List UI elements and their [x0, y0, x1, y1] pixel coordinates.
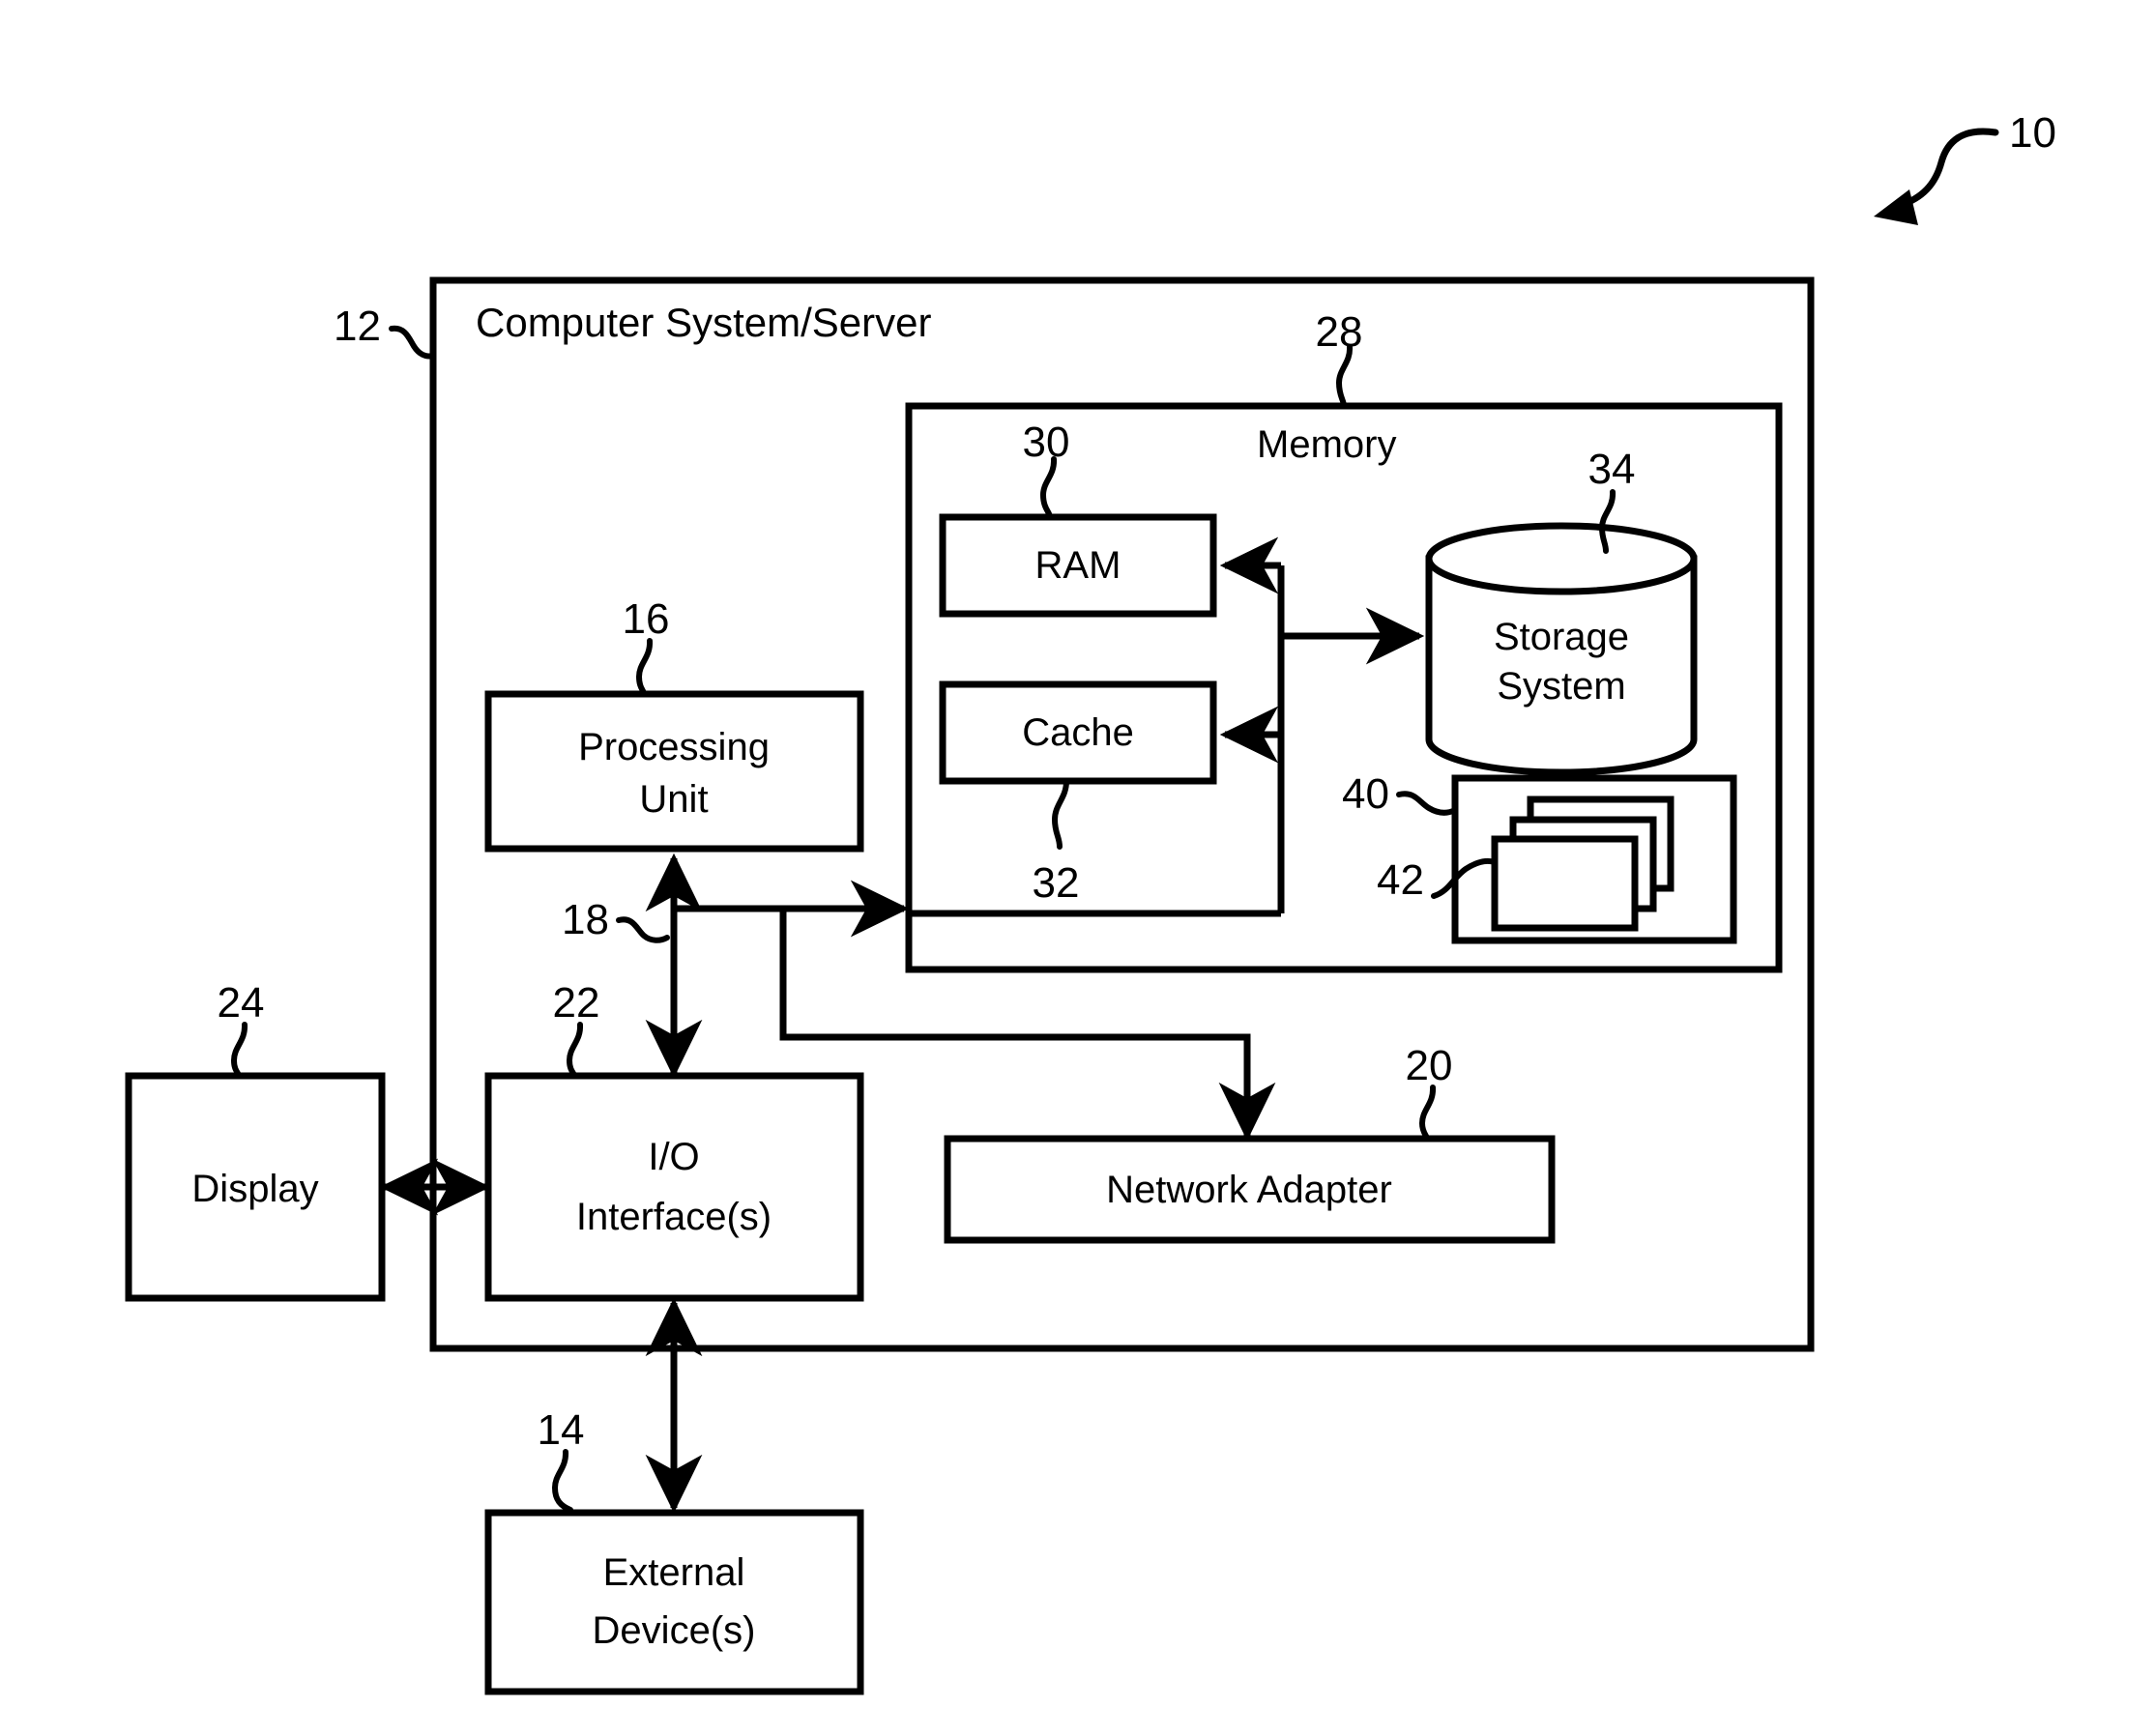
- ref-leader-22: 22: [553, 979, 600, 1079]
- ref-leader-20: 20: [1406, 1042, 1453, 1142]
- processing-unit-box: [484, 690, 864, 853]
- figure-canvas: 10 Computer System/Server 12 Memory 28 R…: [125, 109, 2056, 1695]
- external-devices-label-line2: Device(s): [593, 1609, 756, 1652]
- program-module-front: [1491, 835, 1639, 932]
- ref-label-32: 32: [1033, 859, 1080, 907]
- ram-label: RAM: [1035, 544, 1121, 587]
- ref-label-30: 30: [1023, 419, 1070, 466]
- processing-unit-label-line2: Unit: [639, 778, 708, 821]
- ref-label-28: 28: [1316, 308, 1363, 356]
- ref-label-22: 22: [553, 979, 600, 1027]
- external-devices-box: [484, 1509, 864, 1695]
- ref-label-40: 40: [1342, 770, 1389, 818]
- ref-label-16: 16: [623, 595, 670, 643]
- ref-label-18: 18: [562, 896, 609, 943]
- ref-leader-16: 16: [623, 595, 670, 697]
- ref-label-12: 12: [334, 303, 381, 350]
- storage-system-label-line1: Storage: [1494, 616, 1629, 658]
- ref-leader-40: 40: [1342, 770, 1458, 818]
- ref-label-34: 34: [1588, 446, 1636, 493]
- computer-system-server-title: Computer System/Server: [476, 300, 931, 345]
- ref-leader-24: 24: [218, 979, 265, 1079]
- ref-leader-12: 12: [334, 303, 436, 360]
- ref-leader-14: 14: [538, 1406, 585, 1513]
- ref-label-14: 14: [538, 1406, 585, 1454]
- ref-leader-18: 18: [562, 896, 670, 943]
- memory-label: Memory: [1257, 423, 1396, 466]
- processing-unit-label-line1: Processing: [578, 726, 770, 768]
- bus-branch-to-network-adapter: [779, 909, 1276, 1142]
- storage-system-label-line2: System: [1497, 665, 1625, 708]
- ref-label-42: 42: [1377, 856, 1424, 904]
- display-label: Display: [191, 1168, 318, 1210]
- ref-label-20: 20: [1406, 1042, 1453, 1089]
- ref-leader-42: 42: [1377, 856, 1498, 904]
- ref-leader-28: 28: [1316, 308, 1363, 409]
- io-interfaces-label-line1: I/O: [648, 1136, 699, 1178]
- io-interfaces-label-line2: Interface(s): [576, 1196, 772, 1238]
- external-devices-label-line1: External: [603, 1551, 745, 1594]
- network-adapter-label: Network Adapter: [1106, 1169, 1392, 1211]
- ref-leader-32: 32: [1033, 778, 1080, 907]
- ref-leader-30: 30: [1023, 419, 1070, 520]
- ref-label-24: 24: [218, 979, 265, 1027]
- io-interfaces-box: [484, 1072, 864, 1302]
- figure-ref-10: 10: [1874, 109, 2056, 225]
- patent-figure: 10 Computer System/Server 12 Memory 28 R…: [0, 0, 2155, 1736]
- cache-label: Cache: [1022, 711, 1134, 754]
- storage-system-cylinder: Storage System: [1425, 522, 1698, 776]
- ref-label-10: 10: [2009, 109, 2056, 157]
